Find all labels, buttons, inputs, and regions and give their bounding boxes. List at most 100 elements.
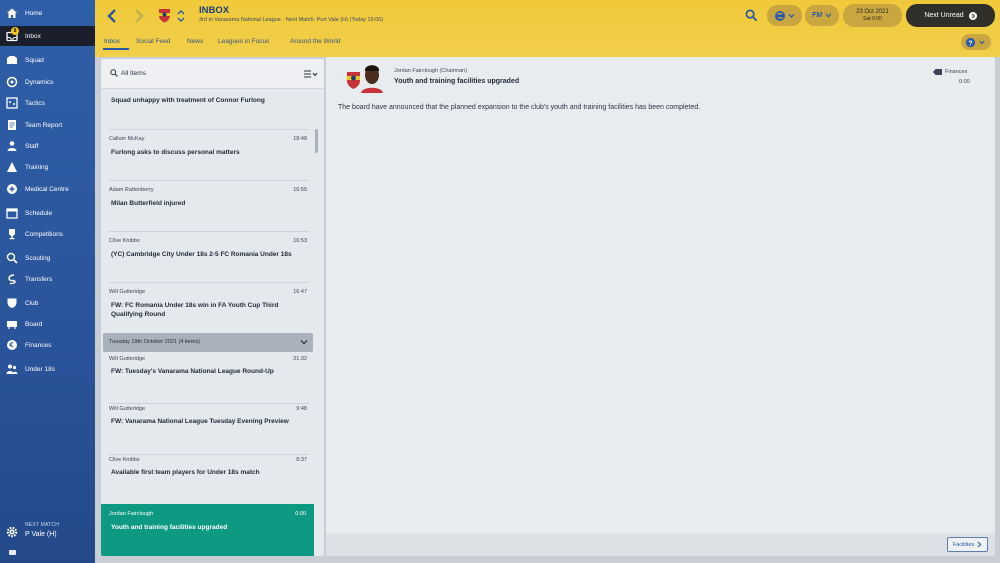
next-unread-label: Next Unread: [924, 12, 964, 19]
next-unread-button[interactable]: Next Unread: [906, 4, 995, 27]
message-time: 16:47: [293, 289, 307, 295]
trophy-icon: [6, 228, 18, 240]
home-icon: [6, 7, 18, 19]
tab-social-feed[interactable]: Social Feed: [136, 38, 170, 45]
back-button[interactable]: [106, 8, 118, 24]
gear-icon[interactable]: [6, 525, 18, 538]
list-item-selected[interactable]: Jordan Fairclough 0:00 Youth and trainin…: [101, 504, 314, 556]
keyboard-icon[interactable]: [9, 550, 16, 555]
facilities-button[interactable]: Facilities: [947, 537, 988, 552]
club-icon: [6, 297, 18, 309]
message-time: 21:32: [293, 356, 307, 362]
chevron-left-icon: [107, 9, 116, 23]
sidebar-item-schedule[interactable]: Schedule: [0, 203, 95, 223]
sidebar-item-training[interactable]: Training: [0, 157, 95, 177]
sidebar-item-label: Transfers: [25, 275, 53, 283]
message-subject: (YC) Cambridge City Under 18s 2-5 FC Rom…: [111, 251, 292, 258]
message-detail: Jordan Fairclough (Chairman) Youth and t…: [326, 57, 995, 556]
transfers-icon: [6, 273, 18, 285]
filter-label: All Items: [121, 70, 146, 77]
world-button[interactable]: [767, 5, 802, 26]
tab-news[interactable]: News: [187, 38, 203, 45]
sidebar-item-scouting[interactable]: Scouting: [0, 248, 95, 268]
sidebar-item-label: Training: [25, 163, 49, 171]
chevron-down-icon: [300, 340, 308, 345]
sidebar-item-competitions[interactable]: Competitions: [0, 224, 95, 244]
board-icon: [6, 318, 18, 330]
next-match-title: NEXT MATCH: [25, 522, 60, 528]
scrollbar[interactable]: [315, 129, 318, 153]
sidebar-item-club[interactable]: Club: [0, 293, 95, 313]
next-match-value: P Vale (H): [25, 531, 57, 538]
sidebar-item-label: Medical Centre: [25, 185, 69, 193]
tab-inbox[interactable]: Inbox: [104, 38, 120, 45]
sidebar-item-team-report[interactable]: Team Report: [0, 115, 95, 135]
sidebar-item-label: Schedule: [25, 209, 53, 217]
scouting-icon: [6, 252, 18, 264]
fm-menu-button[interactable]: FM: [805, 5, 839, 26]
sidebar-item-label: Scouting: [25, 254, 51, 262]
tab-leagues-in-focus[interactable]: Leagues in Focus: [218, 38, 269, 45]
message-subject: Youth and training facilities upgraded: [111, 524, 228, 531]
sidebar-item-medical-centre[interactable]: Medical Centre: [0, 179, 95, 199]
message-subject: Milan Butterfield injured: [111, 200, 186, 207]
message-time: 0:00: [295, 511, 306, 517]
training-icon: [6, 161, 18, 173]
inbox-list: All Items Squad unhappy with treatment o…: [101, 59, 324, 556]
updown-chevron-icon[interactable]: [177, 8, 185, 24]
message-sender: Jordan Fairclough: [109, 511, 154, 517]
message-title: Youth and training facilities upgraded: [394, 78, 520, 85]
list-item[interactable]: Adam Rattenberry 16:55 Milan Butterfield…: [101, 180, 315, 231]
sidebar-item-label: Team Report: [25, 121, 63, 129]
tab-around-the-world[interactable]: Around the World: [290, 38, 340, 45]
sidebar-item-label: Inbox: [25, 32, 41, 40]
sidebar-item-inbox[interactable]: 8 Inbox: [0, 26, 95, 46]
message-subject: FW: Vanarama National League Tuesday Eve…: [111, 418, 289, 425]
list-item[interactable]: Will Gutteridge 9:48 FW: Vanarama Nation…: [101, 403, 315, 454]
sidebar-item-label: Home: [25, 9, 43, 17]
message-subject: Available first team players for Under 1…: [111, 469, 260, 476]
filter-menu-icon: [304, 70, 318, 78]
sidebar: Home 8 Inbox Squad Dynamics Tactics Team…: [0, 0, 95, 563]
list-item[interactable]: Will Gutteridge 16:47 FW: FC Romania Und…: [101, 282, 315, 333]
date-display[interactable]: 23 Oct 2021 Sat 0:00: [843, 4, 902, 27]
sidebar-item-home[interactable]: Home: [0, 3, 95, 23]
next-match[interactable]: NEXT MATCH P Vale (H): [0, 518, 95, 563]
message-time: 18:48: [293, 136, 307, 142]
inbox-filter-bar[interactable]: All Items: [101, 59, 324, 89]
dynamics-icon: [6, 76, 18, 88]
list-item[interactable]: Clive Knibbs 8:37 Available first team p…: [101, 454, 315, 504]
tag-icon: [933, 69, 942, 75]
help-button[interactable]: ?: [961, 34, 991, 50]
sidebar-item-squad[interactable]: Squad: [0, 50, 95, 70]
sidebar-item-label: Squad: [25, 56, 44, 64]
date-group-header[interactable]: Tuesday 19th October 2021 (4 items): [103, 333, 313, 352]
sidebar-item-transfers[interactable]: Transfers: [0, 269, 95, 289]
sidebar-item-tactics[interactable]: Tactics: [0, 93, 95, 113]
sidebar-item-label: Staff: [25, 142, 39, 150]
list-item[interactable]: Callum McKay 18:48 Furlong asks to discu…: [101, 129, 315, 180]
schedule-icon: [6, 207, 18, 219]
avatar[interactable]: [345, 63, 385, 93]
message-sender: Clive Knibbs: [109, 457, 140, 463]
finances-icon: [6, 339, 18, 351]
sidebar-item-finances[interactable]: Finances: [0, 335, 95, 355]
club-badge-icon[interactable]: [158, 8, 171, 23]
sidebar-item-board[interactable]: Board: [0, 314, 95, 334]
date-group-label: Tuesday 19th October 2021 (4 items): [109, 339, 200, 345]
list-item[interactable]: Clive Knibbs 16:53 (YC) Cambridge City U…: [101, 231, 315, 282]
forward-button[interactable]: [133, 8, 145, 24]
sidebar-item-label: Tactics: [25, 99, 45, 107]
message-subject: FW: Tuesday's Vanarama National League R…: [111, 368, 274, 375]
message-time: 16:53: [293, 238, 307, 244]
sidebar-item-label: Dynamics: [25, 78, 54, 86]
list-item[interactable]: Will Gutteridge 21:32 FW: Tuesday's Vana…: [101, 352, 315, 403]
chevron-down-icon: [825, 13, 832, 18]
message-sender: Callum McKay: [109, 136, 145, 142]
sidebar-item-under-18s[interactable]: Under 18s: [0, 359, 95, 379]
search-icon[interactable]: [744, 8, 758, 22]
sidebar-item-dynamics[interactable]: Dynamics: [0, 72, 95, 92]
page-subtitle: 3rd in Vanarama National League · Next M…: [199, 17, 384, 23]
sidebar-item-staff[interactable]: Staff: [0, 136, 95, 156]
tactics-icon: [6, 97, 18, 109]
